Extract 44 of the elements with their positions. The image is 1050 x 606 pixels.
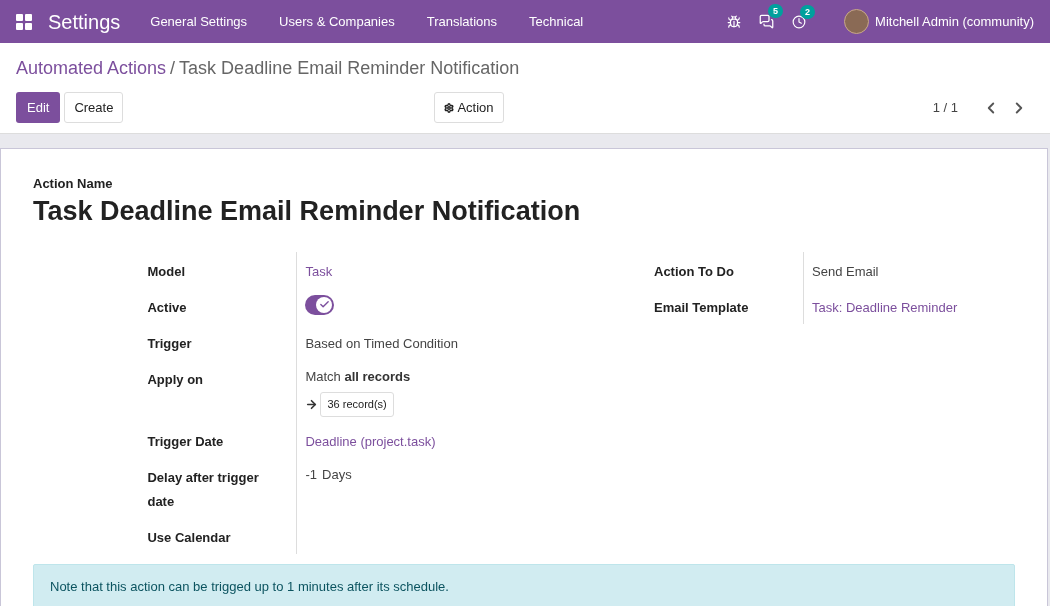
bug-icon[interactable]	[727, 14, 742, 29]
field-label: Use Calendar	[147, 530, 231, 545]
create-button[interactable]: Create	[64, 92, 124, 123]
field-label: Trigger	[147, 335, 192, 351]
field-value: Send Email	[812, 263, 879, 279]
record-title: Task Deadline Email Reminder Notification	[33, 194, 582, 228]
records-button[interactable]: 36 record(s)	[320, 392, 394, 417]
field-label: Model	[147, 263, 185, 279]
user-name[interactable]: Mitchell Admin (community)	[875, 11, 1034, 32]
check-icon	[316, 296, 333, 313]
field-label: Email Template	[654, 299, 749, 315]
field-value: Match all records	[305, 367, 412, 386]
field-label: Action To Do	[654, 263, 734, 279]
field-link[interactable]: Deadline (project.task)	[305, 434, 436, 449]
field-label: Action Name	[33, 175, 114, 193]
menu-item[interactable]: Technical	[529, 11, 584, 32]
action-button[interactable]: Action	[434, 92, 504, 123]
field-link[interactable]: Task: Deadline Reminder	[812, 299, 958, 315]
active-toggle[interactable]	[305, 294, 335, 315]
field-label: Active	[147, 299, 187, 315]
breadcrumb-link[interactable]: Automated Actions	[16, 55, 167, 82]
menu-item[interactable]: Users & Companies	[279, 11, 395, 32]
breadcrumb-current: Task Deadline Email Reminder Notification	[179, 57, 520, 80]
clock-icon[interactable]	[792, 14, 807, 29]
settings-icon	[444, 102, 455, 113]
unit-label: Days	[322, 466, 352, 484]
note-alert: Note that this action can be trigged up to 1 minutes after its schedule.	[33, 564, 1015, 606]
field-label: Trigger Date	[147, 434, 224, 449]
app-title[interactable]: Settings	[48, 6, 121, 37]
field-value: Based on Timed Condition	[305, 335, 458, 351]
field-link[interactable]: Task	[305, 263, 333, 279]
edit-button[interactable]: Edit	[16, 92, 61, 123]
apps-grid-icon[interactable]	[16, 13, 32, 30]
breadcrumb-separator: /	[170, 57, 176, 80]
messages-badge: 5	[768, 4, 784, 18]
pager-value: 1 / 1	[932, 98, 958, 117]
field-label: Apply on	[147, 371, 204, 387]
field-value: -1	[305, 466, 317, 484]
chat-icon[interactable]	[759, 14, 775, 29]
activities-badge: 2	[800, 4, 816, 19]
menu-item[interactable]: Translations	[426, 11, 498, 32]
field-label: Delay after trigger date	[147, 470, 259, 509]
menu-item[interactable]: General Settings	[150, 11, 248, 32]
arrow-icon	[305, 398, 319, 411]
